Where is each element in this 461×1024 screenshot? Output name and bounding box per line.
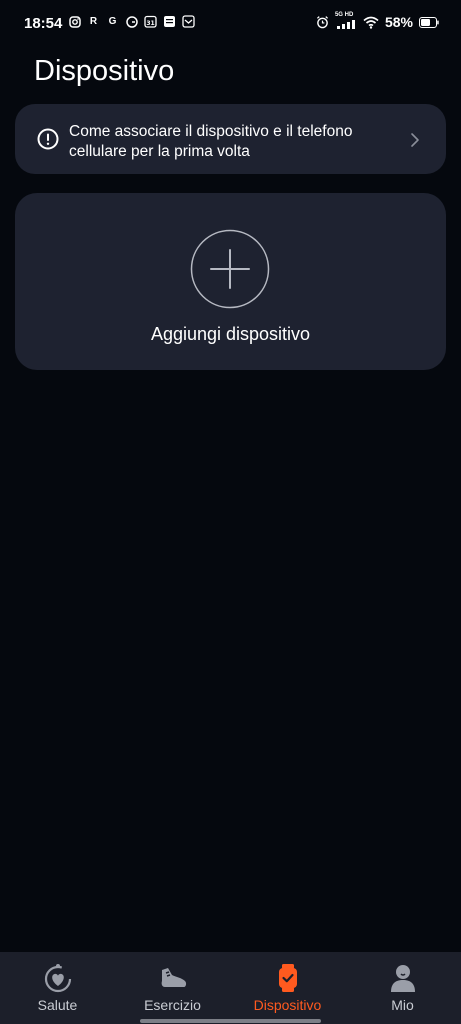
r-app-icon: R — [89, 16, 98, 27]
app-grid-icon — [163, 15, 176, 28]
nav-item-dispositivo[interactable]: Dispositivo — [230, 952, 345, 1024]
nav-label-salute: Salute — [37, 997, 78, 1013]
g-circle-icon — [125, 15, 138, 28]
watch-icon — [278, 964, 297, 992]
calendar-icon: 31 — [144, 15, 157, 28]
nav-item-mio[interactable]: Mio — [345, 952, 460, 1024]
status-time: 18:54 — [24, 15, 63, 32]
health-icon — [44, 964, 71, 993]
profile-icon — [390, 965, 415, 992]
notification-icons: R G 31 — [68, 15, 195, 28]
plus-circle-icon — [190, 229, 270, 309]
add-device-label: Aggiungi dispositivo — [150, 324, 311, 344]
home-indicator[interactable] — [140, 1019, 321, 1023]
add-device-card[interactable]: Aggiungi dispositivo — [15, 193, 446, 370]
shoe-icon — [161, 968, 186, 987]
inbox-icon — [182, 15, 195, 28]
battery-icon — [419, 16, 439, 29]
battery-percent: 58% — [384, 14, 413, 30]
signal-icon: 5G HD — [335, 12, 357, 29]
google-icon: G — [108, 16, 117, 27]
nav-label-esercizio: Esercizio — [144, 997, 201, 1013]
nav-item-salute[interactable]: Salute — [0, 952, 115, 1024]
chevron-right-icon — [411, 133, 419, 147]
nav-label-dispositivo: Dispositivo — [253, 997, 322, 1013]
svg-text:31: 31 — [146, 20, 154, 27]
page-title: Dispositivo — [34, 55, 175, 87]
status-right: 5G HD 58% — [316, 12, 439, 30]
nav-item-esercizio[interactable]: Esercizio — [115, 952, 230, 1024]
status-bar: 18:54 R G 31 5G HD 58% — [0, 0, 461, 46]
alarm-icon — [316, 16, 329, 29]
bottom-navigation: Salute Esercizio Dispositivo Mio — [0, 952, 461, 1024]
pairing-help-banner[interactable]: Come associare il dispositivo e il telef… — [15, 104, 446, 174]
info-circle-icon — [37, 128, 59, 150]
nav-label-mio: Mio — [391, 997, 414, 1013]
instagram-icon — [68, 15, 81, 28]
wifi-icon — [363, 16, 379, 29]
pairing-help-text: Come associare il dispositivo e il telef… — [69, 123, 353, 160]
